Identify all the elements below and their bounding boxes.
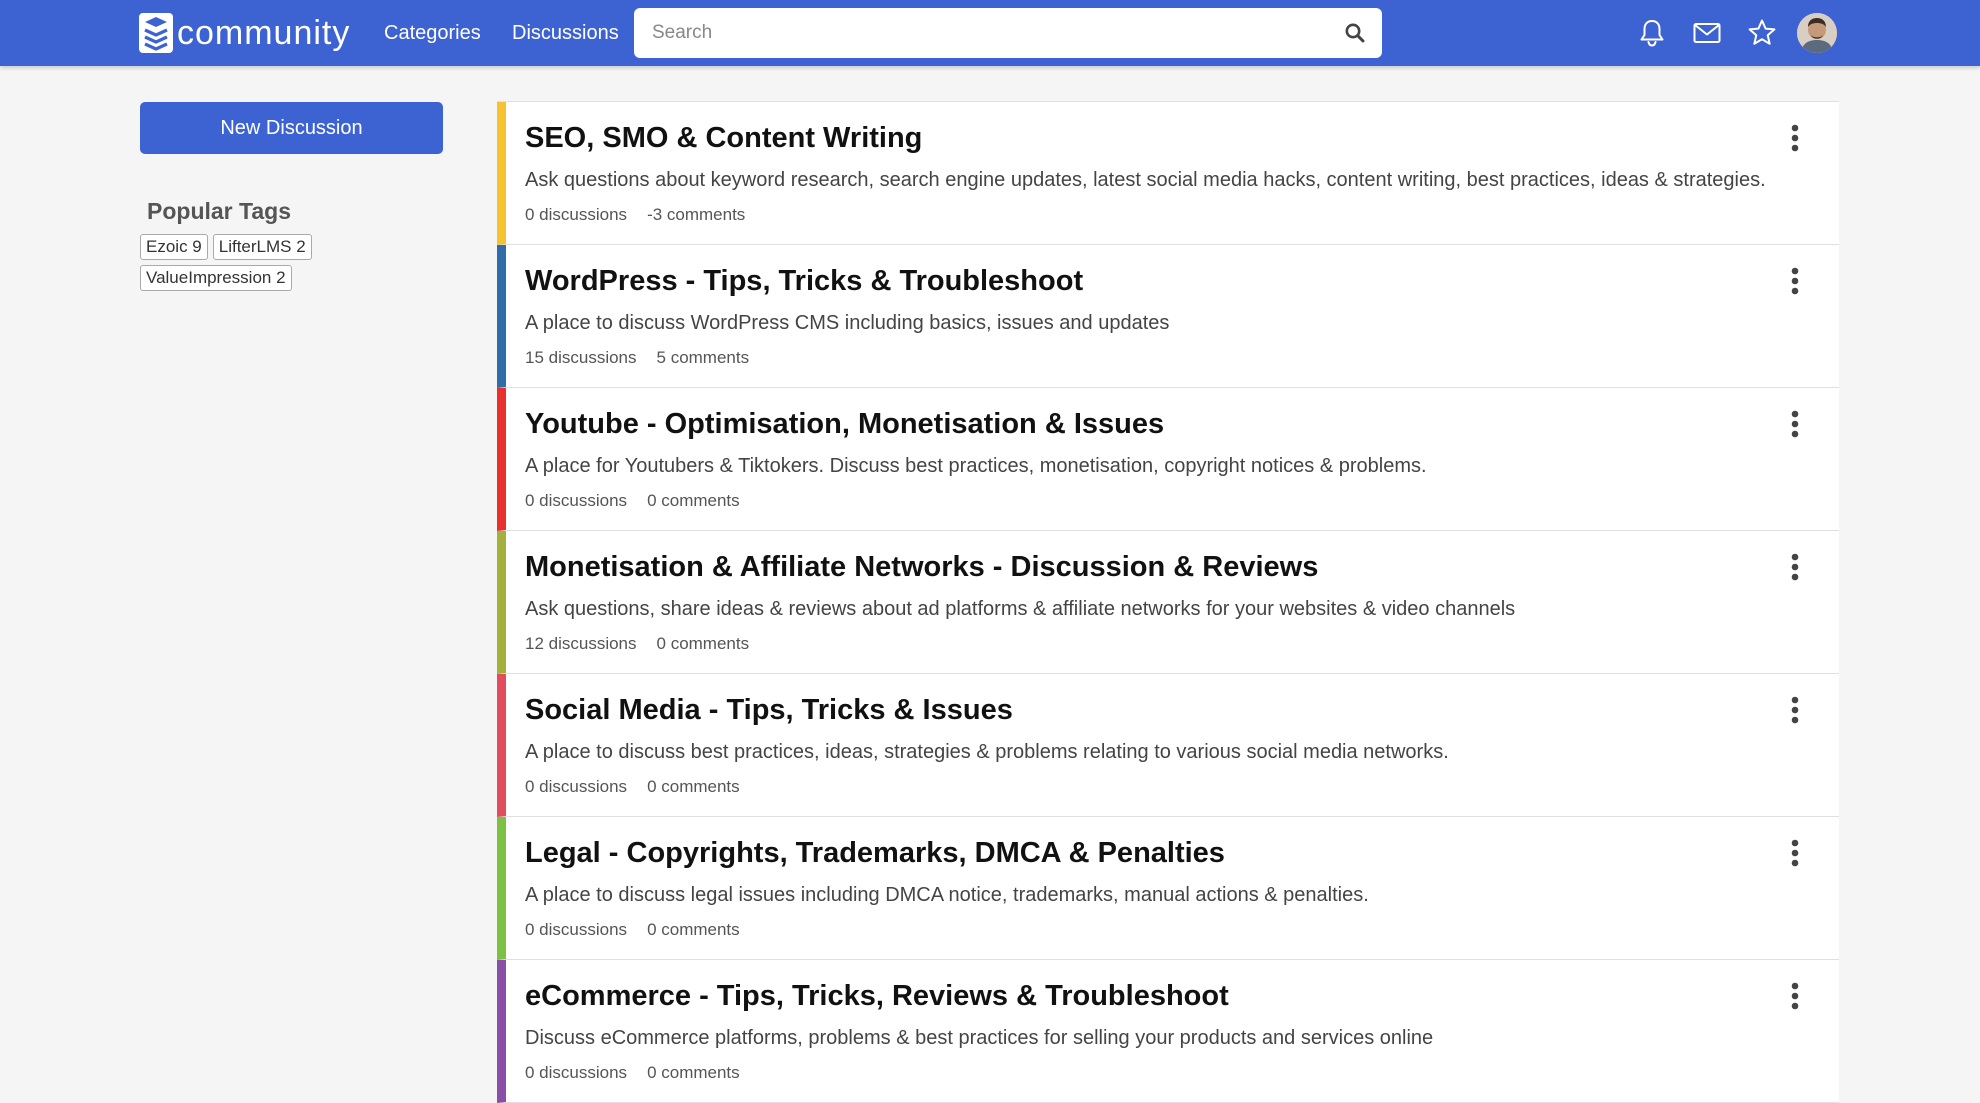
category-stats: 15 discussions 5 comments: [525, 348, 749, 368]
discussion-count: 15 discussions: [525, 348, 637, 367]
comment-count: 0 comments: [647, 1063, 740, 1082]
category-list: SEO, SMO & Content Writing Ask questions…: [497, 101, 1839, 1103]
category-item: Legal - Copyrights, Trademarks, DMCA & P…: [497, 817, 1839, 960]
category-title[interactable]: eCommerce - Tips, Tricks, Reviews & Trou…: [525, 980, 1229, 1013]
discussion-count: 0 discussions: [525, 777, 628, 796]
discussion-count: 0 discussions: [525, 1063, 628, 1082]
comment-count: 0 comments: [647, 920, 740, 939]
comment-count: 0 comments: [647, 491, 740, 510]
popular-tags-heading: Popular Tags: [147, 198, 291, 224]
tag-ezoic[interactable]: Ezoic 9: [140, 234, 208, 260]
brand-logo[interactable]: community: [139, 12, 350, 54]
category-description: A place to discuss best practices, ideas…: [525, 741, 1449, 763]
stack-logo-icon: [139, 13, 173, 53]
bell-icon[interactable]: [1636, 17, 1668, 49]
category-stats: 12 discussions 0 comments: [525, 634, 749, 654]
more-options-icon[interactable]: [1789, 838, 1801, 868]
search-input[interactable]: [650, 12, 1314, 54]
category-title[interactable]: Youtube - Optimisation, Monetisation & I…: [525, 408, 1164, 441]
more-options-icon[interactable]: [1789, 552, 1801, 582]
category-stats: 0 discussions 0 comments: [525, 1063, 740, 1083]
category-item: SEO, SMO & Content Writing Ask questions…: [497, 102, 1839, 245]
nav-discussions-link[interactable]: Discussions: [512, 20, 619, 46]
mail-icon[interactable]: [1691, 17, 1723, 49]
nav-categories-link[interactable]: Categories: [384, 20, 481, 46]
more-options-icon[interactable]: [1789, 981, 1801, 1011]
category-stats: 0 discussions 0 comments: [525, 777, 740, 797]
category-title[interactable]: Social Media - Tips, Tricks & Issues: [525, 694, 1013, 727]
comment-count: -3 comments: [647, 205, 746, 224]
new-discussion-button[interactable]: New Discussion: [140, 102, 443, 154]
tag-valueimpression[interactable]: ValueImpression 2: [140, 265, 292, 291]
category-title[interactable]: WordPress - Tips, Tricks & Troubleshoot: [525, 265, 1083, 298]
more-options-icon[interactable]: [1789, 409, 1801, 439]
category-title[interactable]: SEO, SMO & Content Writing: [525, 122, 922, 155]
comment-count: 5 comments: [656, 348, 750, 367]
category-description: Ask questions, share ideas & reviews abo…: [525, 598, 1516, 620]
category-description: A place to discuss WordPress CMS includi…: [525, 312, 1170, 334]
star-icon[interactable]: [1746, 17, 1778, 49]
more-options-icon[interactable]: [1789, 123, 1801, 153]
search-icon[interactable]: [1344, 22, 1366, 44]
category-item: Monetisation & Affiliate Networks - Disc…: [497, 531, 1839, 674]
category-description: Discuss eCommerce platforms, problems & …: [525, 1027, 1434, 1049]
category-description: Ask questions about keyword research, se…: [525, 169, 1766, 191]
category-item: eCommerce - Tips, Tricks, Reviews & Trou…: [497, 960, 1839, 1103]
brand-name: community: [177, 14, 351, 52]
avatar-image-icon: [1797, 13, 1837, 53]
category-stats: 0 discussions 0 comments: [525, 920, 740, 940]
top-navbar: community Categories Discussions: [0, 0, 1980, 66]
user-avatar[interactable]: [1797, 13, 1837, 53]
category-description: A place for Youtubers & Tiktokers. Discu…: [525, 455, 1427, 477]
more-options-icon[interactable]: [1789, 695, 1801, 725]
tag-lifterlms[interactable]: LifterLMS 2: [212, 234, 312, 260]
comment-count: 0 comments: [647, 777, 740, 796]
category-item: Youtube - Optimisation, Monetisation & I…: [497, 388, 1839, 531]
category-item: WordPress - Tips, Tricks & Troubleshoot …: [497, 245, 1839, 388]
discussion-count: 0 discussions: [525, 491, 628, 510]
category-item: Social Media - Tips, Tricks & Issues A p…: [497, 674, 1839, 817]
discussion-count: 0 discussions: [525, 920, 628, 939]
category-description: A place to discuss legal issues includin…: [525, 884, 1369, 906]
comment-count: 0 comments: [656, 634, 750, 653]
category-stats: 0 discussions -3 comments: [525, 205, 745, 225]
category-title[interactable]: Legal - Copyrights, Trademarks, DMCA & P…: [525, 837, 1225, 870]
category-title[interactable]: Monetisation & Affiliate Networks - Disc…: [525, 551, 1318, 584]
search-box: [634, 8, 1382, 58]
discussion-count: 12 discussions: [525, 634, 637, 653]
more-options-icon[interactable]: [1789, 266, 1801, 296]
popular-tags-list: Ezoic 9 LifterLMS 2 ValueImpression 2: [140, 234, 460, 296]
category-stats: 0 discussions 0 comments: [525, 491, 740, 511]
discussion-count: 0 discussions: [525, 205, 628, 224]
